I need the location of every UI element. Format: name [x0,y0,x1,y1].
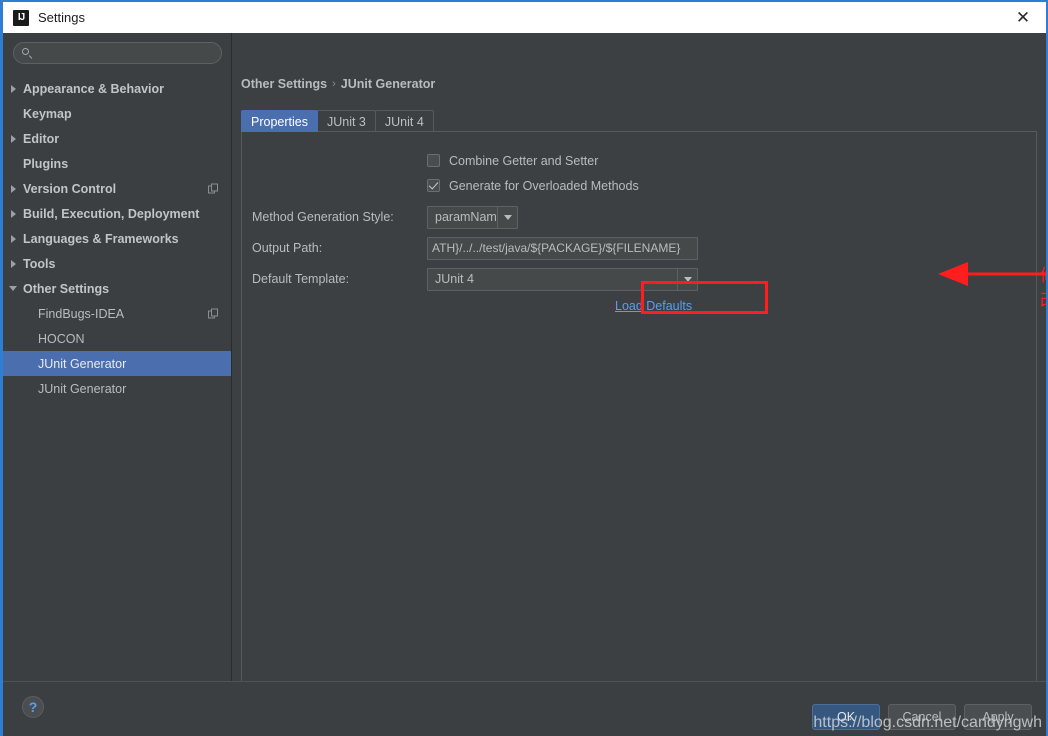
watermark-text: https://blog.csdn.net/candyngwh [813,714,1042,731]
properties-form: Combine Getter and Setter Generate for O… [242,132,1036,315]
properties-panel: Combine Getter and Setter Generate for O… [241,131,1037,691]
generate-overloaded-label: Generate for Overloaded Methods [449,178,639,193]
intellij-idea-icon: IJ [13,9,29,26]
sidebar-item-findbugs-idea[interactable]: FindBugs-IDEA [3,301,231,326]
breadcrumb-separator-icon: › [332,78,336,90]
chevron-down-icon[interactable] [3,286,23,291]
sidebar-item-other-settings[interactable]: Other Settings [3,276,231,301]
output-path-label: Output Path: [252,241,323,255]
load-defaults-row: Load Defaults [242,297,1036,315]
combine-getter-setter-label: Combine Getter and Setter [449,153,599,168]
sidebar-item-label: Tools [23,256,56,271]
search-input[interactable] [33,44,213,62]
load-defaults-link[interactable]: Load Defaults [615,299,692,313]
chevron-right-icon[interactable] [3,184,23,193]
chevron-right-icon[interactable] [3,259,23,268]
default-template-combo[interactable]: JUnit 4 [427,267,698,291]
sidebar-item-appearance-behavior[interactable]: Appearance & Behavior [3,76,231,101]
sidebar-item-label: Editor [23,131,60,146]
generate-overloaded-row[interactable]: Generate for Overloaded Methods [242,173,1036,198]
tab-junit3[interactable]: JUnit 3 [316,110,376,132]
sidebar-item-label: Plugins [23,156,69,171]
tab-strip: Properties JUnit 3 JUnit 4 [241,109,1037,132]
copy-settings-icon [208,308,219,319]
window-title: Settings [38,10,85,25]
help-icon[interactable]: ? [22,696,44,718]
sidebar-item-build-execution-deployment[interactable]: Build, Execution, Deployment [3,201,231,226]
settings-tree: Appearance & Behavior Keymap Editor Plug… [3,76,231,401]
sidebar-item-label: Languages & Frameworks [23,231,179,246]
combine-getter-setter-row[interactable]: Combine Getter and Setter [242,148,1036,173]
sidebar-item-label: FindBugs-IDEA [38,306,125,321]
breadcrumb-current: JUnit Generator [340,77,436,91]
output-path-input[interactable]: ATH}/../../test/java/${PACKAGE}/${FILENA… [427,236,698,260]
method-generation-style-combo[interactable]: paramName [427,205,518,229]
sidebar-item-label: Version Control [23,181,117,196]
settings-content: Other Settings › JUnit Generator Propert… [232,33,1046,691]
sidebar-item-tools[interactable]: Tools [3,251,231,276]
combine-getter-setter-checkbox[interactable] [427,154,440,167]
search-icon [22,47,33,59]
copy-settings-icon [208,183,219,194]
breadcrumb-root[interactable]: Other Settings [241,77,327,91]
default-template-row: Default Template: JUnit 4 [242,266,1036,292]
chevron-right-icon[interactable] [3,209,23,218]
sidebar-item-label: Build, Execution, Deployment [23,206,200,221]
breadcrumb: Other Settings › JUnit Generator [232,33,1046,91]
annotation-arrow-icon [938,262,1046,286]
sidebar-item-hocon[interactable]: HOCON [3,326,231,351]
sidebar-item-label: Other Settings [23,281,110,296]
method-generation-style-label: Method Generation Style: [252,210,394,224]
sidebar-item-label: JUnit Generator [38,381,127,396]
output-path-value: ATH}/../../test/java/${PACKAGE}/${FILENA… [432,241,681,255]
method-generation-style-row: Method Generation Style: paramName [242,204,1036,230]
tab-properties[interactable]: Properties [241,110,318,132]
method-generation-style-value: paramName [435,210,497,224]
chevron-right-icon[interactable] [3,134,23,143]
close-icon[interactable]: ✕ [1000,2,1046,33]
chevron-right-icon[interactable] [3,84,23,93]
chevron-down-icon[interactable] [497,206,517,228]
output-path-row: Output Path: ATH}/../../test/java/${PACK… [242,235,1036,261]
settings-sidebar: Appearance & Behavior Keymap Editor Plug… [3,33,232,681]
tab-junit4[interactable]: JUnit 4 [374,110,434,132]
sidebar-item-languages-frameworks[interactable]: Languages & Frameworks [3,226,231,251]
title-bar: IJ Settings ✕ [3,2,1046,33]
settings-body: Appearance & Behavior Keymap Editor Plug… [3,33,1046,691]
search-container [3,42,231,64]
settings-window: IJ Settings ✕ Appearance & Behavior Keym… [0,0,1048,736]
sidebar-item-plugins[interactable]: Plugins [3,151,231,176]
sidebar-item-label: Appearance & Behavior [23,81,165,96]
sidebar-item-editor[interactable]: Editor [3,126,231,151]
sidebar-item-label: JUnit Generator [38,356,127,371]
sidebar-item-version-control[interactable]: Version Control [3,176,231,201]
sidebar-item-label: HOCON [38,331,85,346]
sidebar-item-label: Keymap [23,106,72,121]
generate-overloaded-checkbox[interactable] [427,179,440,192]
tabs-area: Properties JUnit 3 JUnit 4 Combine Gette… [241,109,1037,691]
chevron-right-icon[interactable] [3,234,23,243]
chevron-down-icon[interactable] [677,268,697,290]
sidebar-item-junit-generator[interactable]: JUnit Generator [3,351,231,376]
annotation-text: 修改 [1040,261,1046,311]
sidebar-item-junit-generator-2[interactable]: JUnit Generator [3,376,231,401]
sidebar-item-keymap[interactable]: Keymap [3,101,231,126]
default-template-label: Default Template: [252,272,350,286]
search-box[interactable] [13,42,222,64]
default-template-value: JUnit 4 [435,272,474,286]
